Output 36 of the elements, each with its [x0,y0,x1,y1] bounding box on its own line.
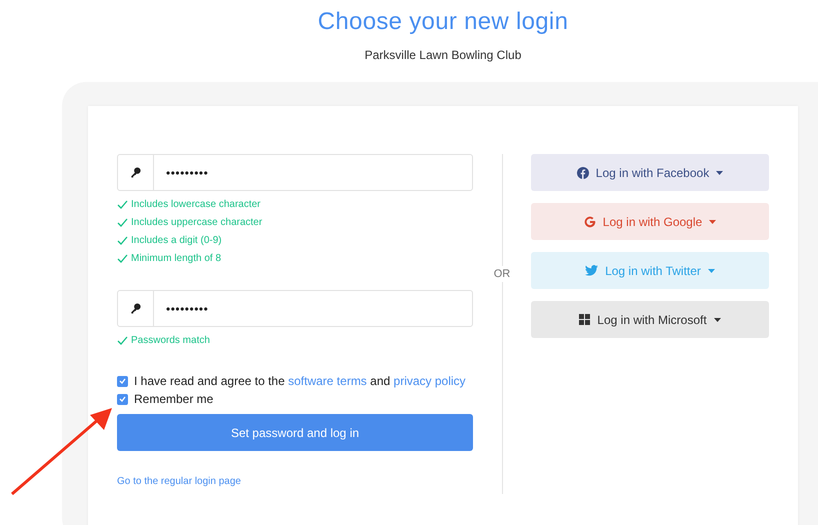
caret-icon [709,220,716,224]
social-login-button[interactable]: Log in with Microsoft [531,301,769,338]
key-icon [130,167,141,178]
requirement-text: Includes a digit (0-9) [131,234,222,246]
caret-icon [714,318,721,322]
requirement-text: Includes lowercase character [131,198,261,210]
requirement-text: Minimum length of 8 [131,252,222,264]
checkbox-label: I have read and agree to the software terms and privacy policy [134,374,466,388]
password-field[interactable]: ••••••••• [117,154,473,191]
check-icon [117,254,128,262]
windows-icon [579,314,590,325]
requirement-text: Passwords match [131,334,210,346]
key-icon [130,303,141,314]
check-icon [117,336,128,344]
caret-icon [716,170,724,174]
checkbox[interactable] [117,376,128,386]
bird-icon [585,265,598,276]
checkbox[interactable] [117,394,128,404]
caret-icon [708,268,715,272]
facebook-icon [576,166,589,178]
social-login-button[interactable]: Log in with Facebook [531,154,769,191]
checkbox-label: Remember me [134,392,214,406]
password-input[interactable]: ••••••••• [154,155,472,190]
password-field[interactable]: ••••••••• [117,290,473,327]
page-title: Choose your new login [318,8,568,36]
check-icon [117,200,128,208]
check-icon [117,236,128,244]
submit-button[interactable]: Set password and log in [117,414,473,451]
social-login-button[interactable]: Log in with Google [531,203,769,240]
club-name: Parksville Lawn Bowling Club [364,48,522,62]
or-separator: OR [494,266,510,282]
regular-login-link[interactable]: Go to the regular login page [117,476,241,487]
google-icon [584,216,596,228]
check-icon [117,218,128,226]
requirement-text: Includes uppercase character [131,216,262,228]
password-input[interactable]: ••••••••• [154,291,472,326]
